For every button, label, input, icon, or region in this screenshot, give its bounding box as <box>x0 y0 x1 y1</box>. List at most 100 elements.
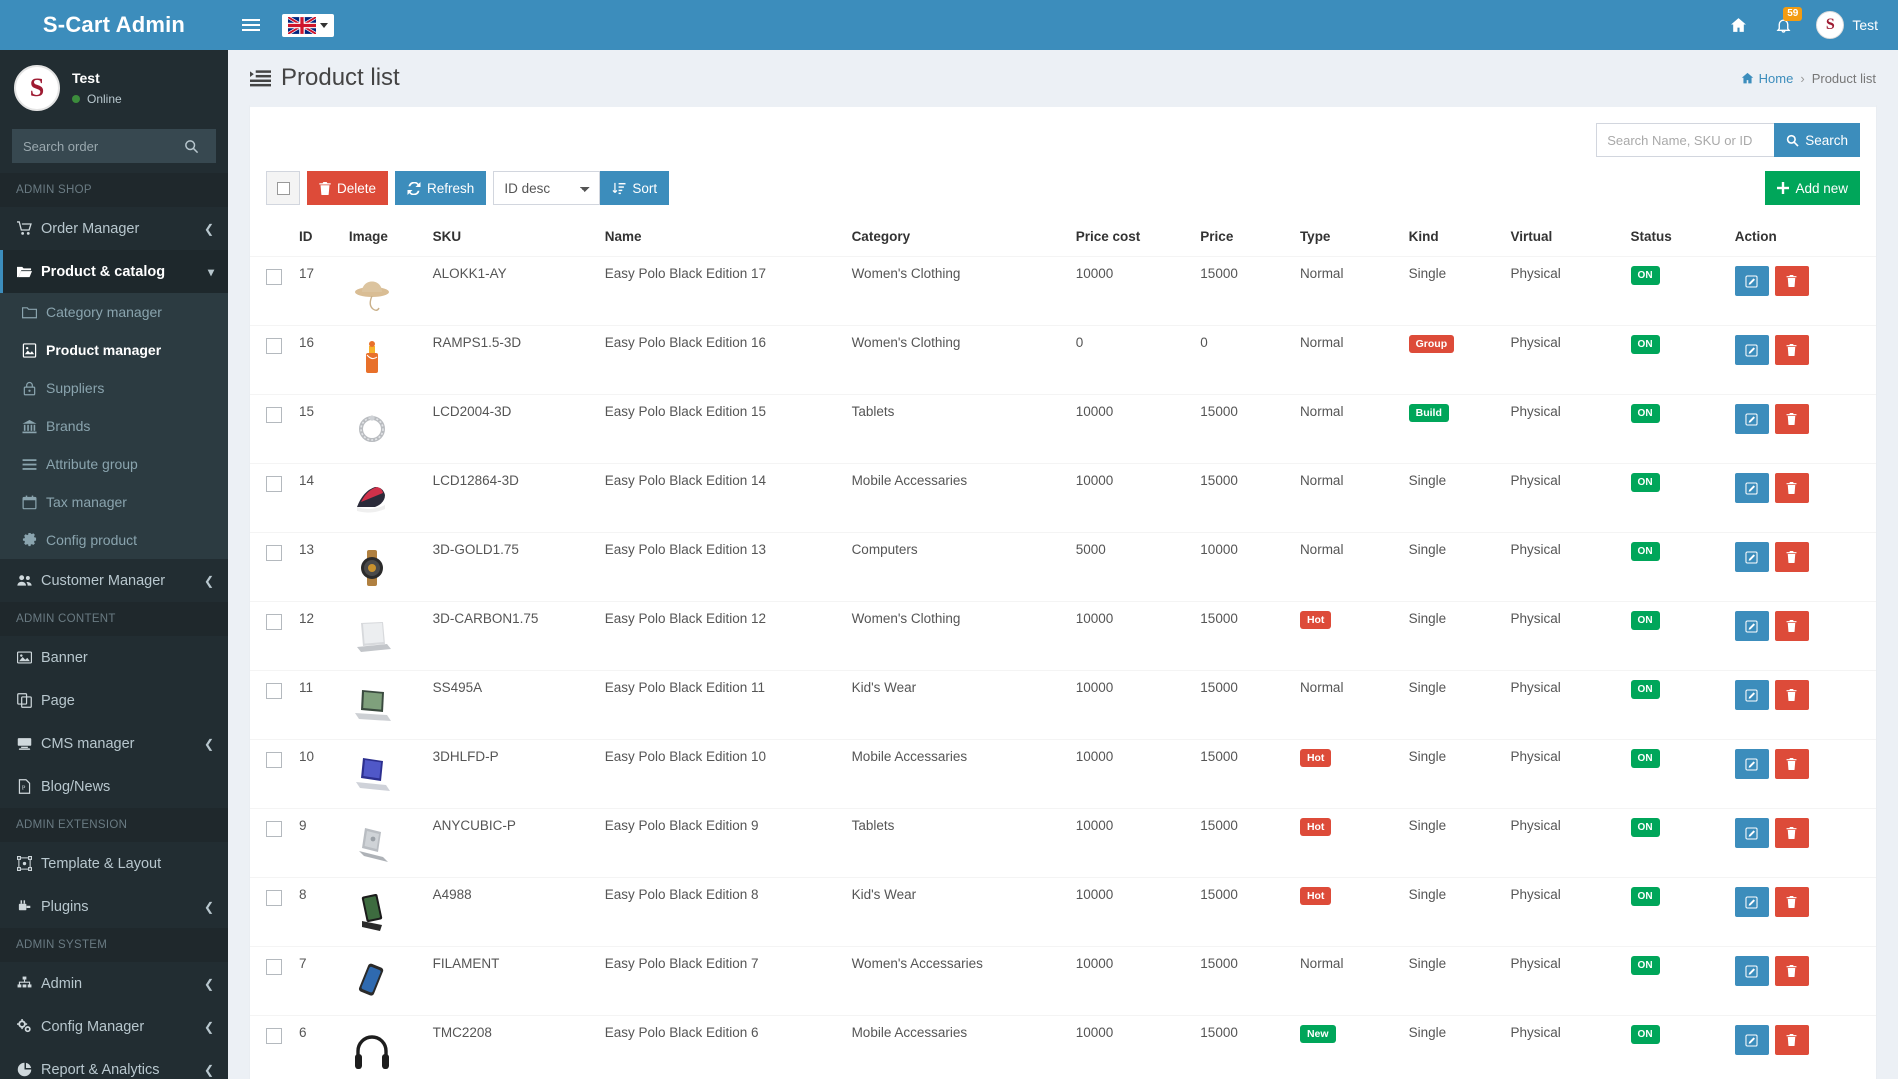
cell-price-cost: 10000 <box>1069 739 1195 809</box>
edit-icon[interactable] <box>1734 680 1769 710</box>
plug-icon <box>17 899 41 914</box>
edit-icon[interactable] <box>1734 887 1769 917</box>
trash-icon[interactable] <box>1774 266 1809 296</box>
hamburger-icon[interactable] <box>228 0 274 50</box>
cell-sku: 3D-CARBON1.75 <box>426 601 599 671</box>
column-header-category: Category <box>845 219 1070 257</box>
cell-id: 17 <box>293 256 343 326</box>
trash-icon[interactable] <box>1774 956 1809 986</box>
sort-select[interactable]: ID descID ascName ascName descPrice ascP… <box>493 171 601 205</box>
sidebar-item-blog-news[interactable]: P Blog/News <box>0 765 228 808</box>
row-checkbox[interactable] <box>266 269 282 285</box>
row-checkbox[interactable] <box>266 1028 282 1044</box>
edit-icon[interactable] <box>1734 1025 1769 1055</box>
sidebar-item-plugins[interactable]: Plugins ❮ <box>0 885 228 928</box>
language-switcher[interactable] <box>282 13 334 37</box>
trash-icon[interactable] <box>1774 542 1809 572</box>
refresh-button[interactable]: Refresh <box>395 171 487 205</box>
sidebar-item-customer-manager[interactable]: Customer Manager ❮ <box>0 559 228 602</box>
status-badge[interactable]: ON <box>1630 335 1660 354</box>
status-badge[interactable]: ON <box>1630 404 1660 423</box>
breadcrumb-home[interactable]: Home <box>1741 71 1793 86</box>
edit-icon[interactable] <box>1734 335 1769 365</box>
search-button[interactable]: Search <box>1774 123 1860 157</box>
sidebar-item-order-manager[interactable]: Order Manager ❮ <box>0 207 228 250</box>
row-checkbox[interactable] <box>266 683 282 699</box>
row-checkbox[interactable] <box>266 821 282 837</box>
edit-icon[interactable] <box>1734 266 1769 296</box>
search-icon[interactable] <box>184 129 216 163</box>
sidebar-subitem-suppliers[interactable]: Suppliers <box>0 369 228 407</box>
row-actions <box>1734 404 1870 434</box>
status-badge[interactable]: ON <box>1630 542 1660 561</box>
edit-icon[interactable] <box>1734 956 1769 986</box>
trash-icon[interactable] <box>1774 1025 1809 1055</box>
trash-icon[interactable] <box>1774 749 1809 779</box>
edit-icon[interactable] <box>1734 749 1769 779</box>
sidebar-item-cms-manager[interactable]: CMS manager ❮ <box>0 722 228 765</box>
trash-icon[interactable] <box>1774 887 1809 917</box>
row-checkbox[interactable] <box>266 476 282 492</box>
sidebar-item-product-catalog[interactable]: Product & catalog ▾ <box>0 250 228 293</box>
trash-icon[interactable] <box>1774 611 1809 641</box>
edit-icon[interactable] <box>1734 611 1769 641</box>
sidebar-item-page[interactable]: Page <box>0 679 228 722</box>
row-checkbox[interactable] <box>266 752 282 768</box>
sidebar-item-report-analytics[interactable]: Report & Analytics ❮ <box>0 1048 228 1079</box>
watch-thumb <box>360 550 383 586</box>
home-icon <box>1741 72 1753 83</box>
add-new-button-label: Add new <box>1795 180 1848 196</box>
sidebar-subitem-category-manager[interactable]: Category manager <box>0 293 228 331</box>
sidebar-subitem-attribute-group[interactable]: Attribute group <box>0 445 228 483</box>
kind-value: Single <box>1408 473 1447 488</box>
sidebar-subitem-brands[interactable]: Brands <box>0 407 228 445</box>
kind-value: Single <box>1408 1025 1447 1040</box>
search-input[interactable] <box>1596 123 1775 157</box>
sort-button[interactable]: Sort <box>600 171 670 205</box>
sidebar-item-config-manager[interactable]: Config Manager ❮ <box>0 1005 228 1048</box>
row-checkbox[interactable] <box>266 338 282 354</box>
trash-icon[interactable] <box>1774 680 1809 710</box>
home-icon[interactable] <box>1716 0 1761 50</box>
select-all-checkbox[interactable] <box>266 171 300 205</box>
trash-icon[interactable] <box>1774 473 1809 503</box>
status-badge[interactable]: ON <box>1630 1025 1660 1044</box>
trash-icon[interactable] <box>1774 818 1809 848</box>
status-badge[interactable]: ON <box>1630 611 1660 630</box>
status-badge[interactable]: ON <box>1630 887 1660 906</box>
sidebar-item-admin[interactable]: Admin ❮ <box>0 962 228 1005</box>
sidebar-item-template-layout[interactable]: Template & Layout <box>0 842 228 885</box>
status-badge[interactable]: ON <box>1630 680 1660 699</box>
status-badge[interactable]: ON <box>1630 266 1660 285</box>
row-checkbox[interactable] <box>266 614 282 630</box>
row-checkbox[interactable] <box>266 407 282 423</box>
cell-sku: SS495A <box>426 670 599 740</box>
status-badge[interactable]: ON <box>1630 818 1660 837</box>
row-checkbox[interactable] <box>266 545 282 561</box>
sidebar-item-banner[interactable]: Banner <box>0 636 228 679</box>
trash-icon[interactable] <box>1774 404 1809 434</box>
column-header-image: Image <box>342 219 427 257</box>
sidebar-subitem-tax-manager[interactable]: Tax manager <box>0 483 228 521</box>
status-badge[interactable]: ON <box>1630 956 1660 975</box>
edit-icon[interactable] <box>1734 818 1769 848</box>
row-checkbox[interactable] <box>266 890 282 906</box>
add-new-button[interactable]: Add new <box>1765 171 1860 205</box>
topbar-user-menu[interactable]: S Test <box>1806 0 1884 50</box>
sidebar-subitem-config-product[interactable]: Config product <box>0 521 228 559</box>
trash-icon[interactable] <box>1774 335 1809 365</box>
cell-kind: Single <box>1402 532 1505 602</box>
row-checkbox[interactable] <box>266 959 282 975</box>
status-badge[interactable]: ON <box>1630 749 1660 768</box>
sidebar-subitem-product-manager[interactable]: Product manager <box>0 331 228 369</box>
edit-icon[interactable] <box>1734 542 1769 572</box>
page-title: Product list <box>250 64 400 92</box>
status-badge[interactable]: ON <box>1630 473 1660 492</box>
edit-icon[interactable] <box>1734 404 1769 434</box>
cell-category: Women's Clothing <box>845 601 1070 671</box>
notifications-bell[interactable]: 59 <box>1761 0 1806 50</box>
delete-button[interactable]: Delete <box>307 171 389 205</box>
brand-logo[interactable]: S-Cart Admin <box>0 0 228 50</box>
edit-icon[interactable] <box>1734 473 1769 503</box>
kind-value: Single <box>1408 680 1447 695</box>
